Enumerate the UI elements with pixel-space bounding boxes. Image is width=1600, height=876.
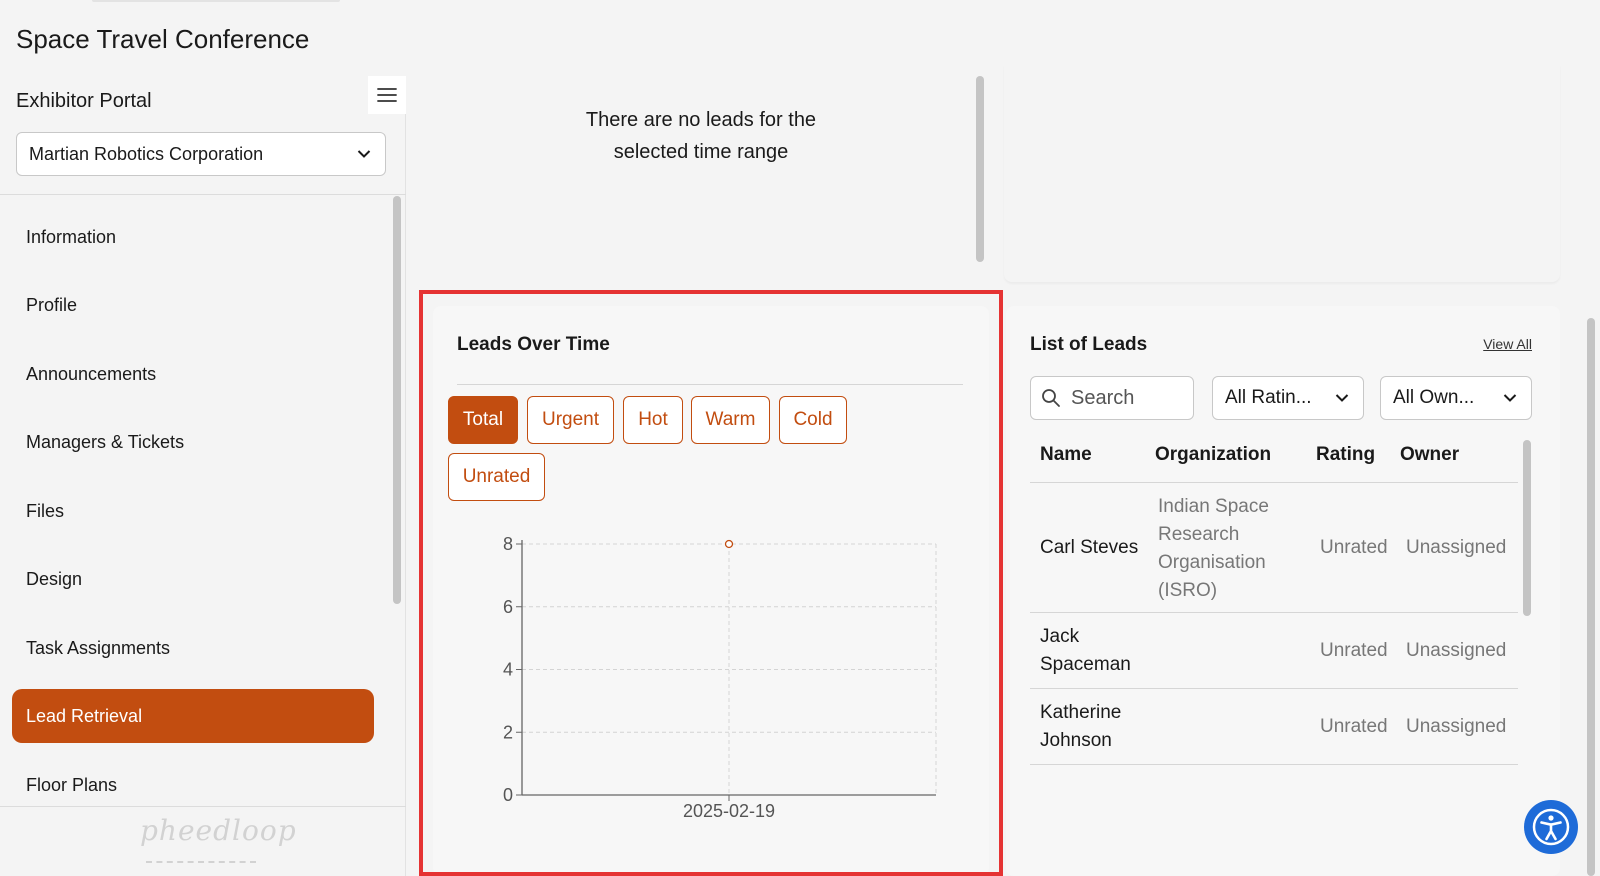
sidebar-item-files[interactable]: Files bbox=[12, 484, 374, 538]
owner-filter-select[interactable]: All Own... bbox=[1380, 376, 1532, 420]
sidebar-item-label: Information bbox=[26, 226, 117, 247]
accessibility-icon bbox=[1532, 808, 1570, 846]
sidebar-bottom-divider bbox=[0, 806, 406, 807]
sidebar-item-announcements[interactable]: Announcements bbox=[12, 347, 374, 401]
sidebar-item-label: Lead Retrieval bbox=[26, 705, 143, 726]
lead-owner: Unassigned bbox=[1406, 716, 1507, 737]
lead-name: Carl Steves bbox=[1040, 537, 1139, 558]
search-field[interactable] bbox=[1030, 376, 1194, 420]
sidebar-item-managers-tickets[interactable]: Managers & Tickets bbox=[12, 415, 374, 469]
rating-filter-value: All Ratin... bbox=[1225, 387, 1312, 408]
owner-filter-value: All Own... bbox=[1393, 387, 1475, 408]
chevron-down-icon bbox=[357, 149, 371, 159]
list-of-leads-card: List of Leads View All All Ratin... All … bbox=[1006, 306, 1560, 876]
y-tick-label: 0 bbox=[503, 785, 513, 805]
lead-rating: Unrated bbox=[1320, 537, 1388, 558]
column-header-owner[interactable]: Owner bbox=[1400, 444, 1459, 466]
sidebar-item-label: Profile bbox=[26, 294, 78, 315]
sidebar-item-label: Files bbox=[26, 500, 65, 521]
leads-table-scrollbar-thumb[interactable] bbox=[1523, 440, 1531, 616]
sidebar-item-label: Managers & Tickets bbox=[26, 431, 185, 452]
sidebar-item-label: Design bbox=[26, 568, 83, 589]
column-header-organization[interactable]: Organization bbox=[1155, 444, 1271, 466]
page-scrollbar[interactable] bbox=[1586, 318, 1596, 876]
column-header-name[interactable]: Name bbox=[1040, 444, 1092, 466]
sidebar-item-label: Task Assignments bbox=[26, 637, 171, 658]
lead-organization: Indian Space Research Organisation (ISRO… bbox=[1158, 496, 1269, 601]
chevron-down-icon bbox=[1503, 393, 1517, 403]
table-row[interactable]: Carl Steves Indian Space Research Organi… bbox=[1030, 483, 1518, 613]
sidebar-item-floor-plans[interactable]: Floor Plans bbox=[12, 758, 374, 812]
lead-rating: Unrated bbox=[1320, 640, 1388, 661]
sidebar-divider bbox=[0, 194, 406, 195]
lead-rating: Unrated bbox=[1320, 716, 1388, 737]
y-tick-label: 8 bbox=[503, 534, 513, 554]
data-point bbox=[724, 539, 734, 549]
organization-select[interactable]: Martian Robotics Corporation bbox=[16, 132, 386, 176]
app-title: Space Travel Conference bbox=[16, 24, 310, 54]
top-right-card bbox=[1004, 60, 1560, 282]
summary-card-scrollbar-thumb[interactable] bbox=[976, 76, 984, 262]
table-row[interactable]: Jack Spaceman Unrated Unassigned bbox=[1030, 613, 1518, 689]
rating-filter-select[interactable]: All Ratin... bbox=[1212, 376, 1364, 420]
lead-owner: Unassigned bbox=[1406, 640, 1507, 661]
organization-select-value: Martian Robotics Corporation bbox=[29, 143, 264, 164]
empty-state-line-1: There are no leads for the bbox=[585, 109, 817, 131]
sidebar-scrollbar[interactable] bbox=[392, 196, 402, 876]
accessibility-button[interactable] bbox=[1524, 800, 1578, 854]
sidebar-item-task-assignments[interactable]: Task Assignments bbox=[12, 621, 374, 675]
leads-table: Name Organization Rating Owner Carl Stev… bbox=[1030, 436, 1520, 772]
search-icon bbox=[1042, 389, 1060, 407]
sidebar-item-design[interactable]: Design bbox=[12, 552, 374, 606]
table-row[interactable]: Katherine Johnson Unrated Unassigned bbox=[1030, 689, 1518, 765]
search-input[interactable] bbox=[1071, 386, 1181, 410]
sidebar-item-lead-retrieval[interactable]: Lead Retrieval bbox=[12, 689, 374, 743]
sidebar-item-information[interactable]: Information bbox=[12, 210, 374, 264]
summary-card-scrollbar[interactable] bbox=[975, 76, 985, 262]
pheedloop-logo-underline bbox=[146, 860, 256, 863]
sidebar: Exhibitor Portal Martian Robotics Corpor… bbox=[0, 76, 406, 876]
view-all-link[interactable]: View All bbox=[1483, 336, 1532, 352]
column-header-rating[interactable]: Rating bbox=[1316, 444, 1375, 466]
leads-table-scrollbar[interactable] bbox=[1522, 440, 1532, 786]
top-logo-fragment bbox=[92, 0, 340, 2]
sidebar-item-profile[interactable]: Profile bbox=[12, 278, 374, 332]
lead-name: Katherine Johnson bbox=[1040, 702, 1122, 751]
sidebar-nav: Information Profile Announcements Manage… bbox=[0, 196, 392, 876]
leads-summary-card: There are no leads for the selected time… bbox=[431, 60, 971, 282]
sidebar-item-label: Floor Plans bbox=[26, 774, 118, 795]
sidebar-scrollbar-thumb[interactable] bbox=[393, 196, 401, 604]
leads-over-time-card: Leads Over Time Total Urgent Hot Warm Co… bbox=[433, 306, 989, 876]
chevron-down-icon bbox=[1335, 393, 1349, 403]
list-of-leads-title: List of Leads bbox=[1030, 334, 1148, 355]
empty-state-message: There are no leads for the selected time… bbox=[431, 104, 971, 168]
x-tick-label: 2025-02-19 bbox=[683, 801, 775, 821]
page-scrollbar-thumb[interactable] bbox=[1587, 318, 1595, 876]
lead-name: Jack Spaceman bbox=[1040, 626, 1131, 675]
portal-title: Exhibitor Portal bbox=[16, 90, 152, 112]
y-tick-label: 2 bbox=[503, 722, 513, 742]
hamburger-menu-icon[interactable] bbox=[368, 76, 406, 114]
y-tick-label: 6 bbox=[503, 597, 513, 617]
pheedloop-logo: pheedloop bbox=[140, 814, 297, 847]
lead-owner: Unassigned bbox=[1406, 537, 1507, 558]
y-tick-label: 4 bbox=[503, 660, 513, 680]
empty-state-line-2: selected time range bbox=[613, 141, 789, 163]
leads-over-time-chart: 0 2 4 6 8 2025-02-19 bbox=[503, 534, 937, 821]
sidebar-item-label: Announcements bbox=[26, 363, 157, 384]
